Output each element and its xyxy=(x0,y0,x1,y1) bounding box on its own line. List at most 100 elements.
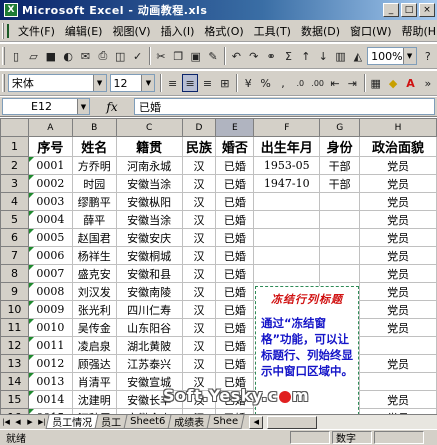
cell-b[interactable]: 刘汉发 xyxy=(71,282,117,301)
cell-c[interactable]: 湖北黄陂 xyxy=(115,336,183,355)
cell-b[interactable]: 盛克安 xyxy=(71,264,117,283)
cell-b[interactable]: 沈建明 xyxy=(71,390,117,409)
cell-d[interactable]: 汉 xyxy=(181,318,217,337)
column-header-d[interactable]: D xyxy=(181,118,217,137)
menu-tools[interactable]: 工具(T) xyxy=(249,23,296,39)
align-right-icon[interactable]: ≡ xyxy=(199,74,215,92)
cell-a[interactable]: 0003 xyxy=(27,192,73,211)
spelling-icon[interactable]: ✓ xyxy=(129,47,145,65)
cell-c[interactable]: 安徽枞阳 xyxy=(115,192,183,211)
cell-f[interactable] xyxy=(253,264,321,283)
menubar-grip[interactable] xyxy=(2,22,4,39)
cell-h[interactable]: 党员 xyxy=(359,390,437,409)
select-all-corner[interactable] xyxy=(0,118,29,137)
row-header[interactable]: 13 xyxy=(0,354,29,373)
sort-asc-icon[interactable]: ↑ xyxy=(298,47,314,65)
cell-f[interactable] xyxy=(253,246,321,265)
copy-icon[interactable]: ❐ xyxy=(170,47,186,65)
chevron-down-icon[interactable]: ▼ xyxy=(141,75,155,91)
cell-d[interactable]: 汉 xyxy=(181,192,217,211)
row-header[interactable]: 15 xyxy=(0,390,29,409)
cell-h[interactable]: 党员 xyxy=(359,174,437,193)
error-indicator-icon[interactable] xyxy=(29,157,34,162)
scroll-left-icon[interactable]: ◀ xyxy=(249,415,264,429)
cell-f[interactable] xyxy=(253,210,321,229)
row-header[interactable]: 7 xyxy=(0,246,29,265)
font-size-select[interactable]: 12 ▼ xyxy=(109,74,156,92)
cell-c[interactable]: 安徽南陵 xyxy=(115,282,183,301)
cell-h[interactable]: 党员 xyxy=(359,264,437,283)
cell-c[interactable]: 安徽安庆 xyxy=(115,228,183,247)
cell-g[interactable] xyxy=(319,228,361,247)
minimize-button[interactable]: _ xyxy=(383,3,399,17)
font-color-icon[interactable]: A xyxy=(402,74,418,92)
cell-d[interactable]: 汉 xyxy=(181,210,217,229)
chart-icon[interactable]: ▥ xyxy=(332,47,348,65)
cell-h[interactable]: 党员 xyxy=(359,300,437,319)
scroll-thumb[interactable] xyxy=(267,415,318,429)
cell-h[interactable] xyxy=(359,372,437,391)
cell-e[interactable]: 已婚 xyxy=(215,336,255,355)
menu-insert[interactable]: 插入(I) xyxy=(156,23,200,39)
cell-b[interactable]: 时园 xyxy=(71,174,117,193)
comma-style-icon[interactable]: , xyxy=(275,74,291,92)
maximize-button[interactable]: □ xyxy=(401,3,417,17)
cell-a[interactable]: 0013 xyxy=(27,372,73,391)
print-preview-icon[interactable]: ◫ xyxy=(112,47,128,65)
chevron-down-icon[interactable]: ▼ xyxy=(77,99,89,114)
first-sheet-icon[interactable]: |◀ xyxy=(0,415,12,429)
row-header[interactable]: 10 xyxy=(0,300,29,319)
increase-indent-icon[interactable]: ⇥ xyxy=(344,74,360,92)
cell-d[interactable]: 汉 xyxy=(181,156,217,175)
cell-e[interactable]: 婚否 xyxy=(215,136,255,157)
cell-a[interactable]: 0006 xyxy=(27,246,73,265)
cell-a[interactable]: 0002 xyxy=(27,174,73,193)
font-select[interactable]: 宋体 ▼ xyxy=(7,74,107,92)
cell-d[interactable]: 汉 xyxy=(181,228,217,247)
menu-edit[interactable]: 编辑(E) xyxy=(60,23,108,39)
increase-decimal-icon[interactable]: .0 xyxy=(292,74,308,92)
cell-e[interactable]: 已婚 xyxy=(215,300,255,319)
cell-c[interactable]: 籍贯 xyxy=(115,136,183,157)
cell-c[interactable]: 安徽桐城 xyxy=(115,246,183,265)
column-header-c[interactable]: C xyxy=(115,118,183,137)
cell-b[interactable]: 缪鹏平 xyxy=(71,192,117,211)
close-button[interactable]: × xyxy=(419,3,435,17)
cell-a[interactable]: 0007 xyxy=(27,264,73,283)
cell-d[interactable]: 汉 xyxy=(181,246,217,265)
row-header[interactable]: 5 xyxy=(0,210,29,229)
cell-g[interactable] xyxy=(319,264,361,283)
decrease-indent-icon[interactable]: ⇤ xyxy=(327,74,343,92)
cell-b[interactable]: 姓名 xyxy=(71,136,117,157)
error-indicator-icon[interactable] xyxy=(29,391,34,396)
row-header[interactable]: 4 xyxy=(0,192,29,211)
horizontal-scrollbar[interactable]: ◀ xyxy=(249,415,437,429)
cell-g[interactable]: 身份 xyxy=(319,136,361,157)
cell-d[interactable]: 汉 xyxy=(181,300,217,319)
cell-h[interactable]: 党员 xyxy=(359,228,437,247)
column-header-h[interactable]: H xyxy=(359,118,437,137)
error-indicator-icon[interactable] xyxy=(29,301,34,306)
sheet-tab[interactable]: Sheet6 xyxy=(123,415,172,429)
error-indicator-icon[interactable] xyxy=(29,265,34,270)
name-box[interactable]: E12 ▼ xyxy=(2,98,90,115)
fill-color-icon[interactable]: ◆ xyxy=(385,74,401,92)
error-indicator-icon[interactable] xyxy=(29,193,34,198)
column-header-f[interactable]: F xyxy=(253,118,321,137)
borders-icon[interactable]: ▦ xyxy=(368,74,384,92)
column-header-e[interactable]: E xyxy=(215,118,255,137)
row-header[interactable]: 3 xyxy=(0,174,29,193)
cell-a[interactable]: 0011 xyxy=(27,336,73,355)
menu-format[interactable]: 格式(O) xyxy=(199,23,248,39)
cell-e[interactable]: 已婚 xyxy=(215,264,255,283)
cell-a[interactable]: 0005 xyxy=(27,228,73,247)
cell-c[interactable]: 四川仁寿 xyxy=(115,300,183,319)
sheet-tab[interactable]: 员工 xyxy=(94,415,128,429)
chevron-down-icon[interactable]: ▼ xyxy=(402,48,416,64)
cell-b[interactable]: 赵国君 xyxy=(71,228,117,247)
cell-b[interactable]: 方乔明 xyxy=(71,156,117,175)
cell-g[interactable] xyxy=(319,210,361,229)
cell-e[interactable]: 已婚 xyxy=(215,282,255,301)
menu-data[interactable]: 数据(D) xyxy=(296,23,345,39)
cut-icon[interactable]: ✂ xyxy=(153,47,169,65)
